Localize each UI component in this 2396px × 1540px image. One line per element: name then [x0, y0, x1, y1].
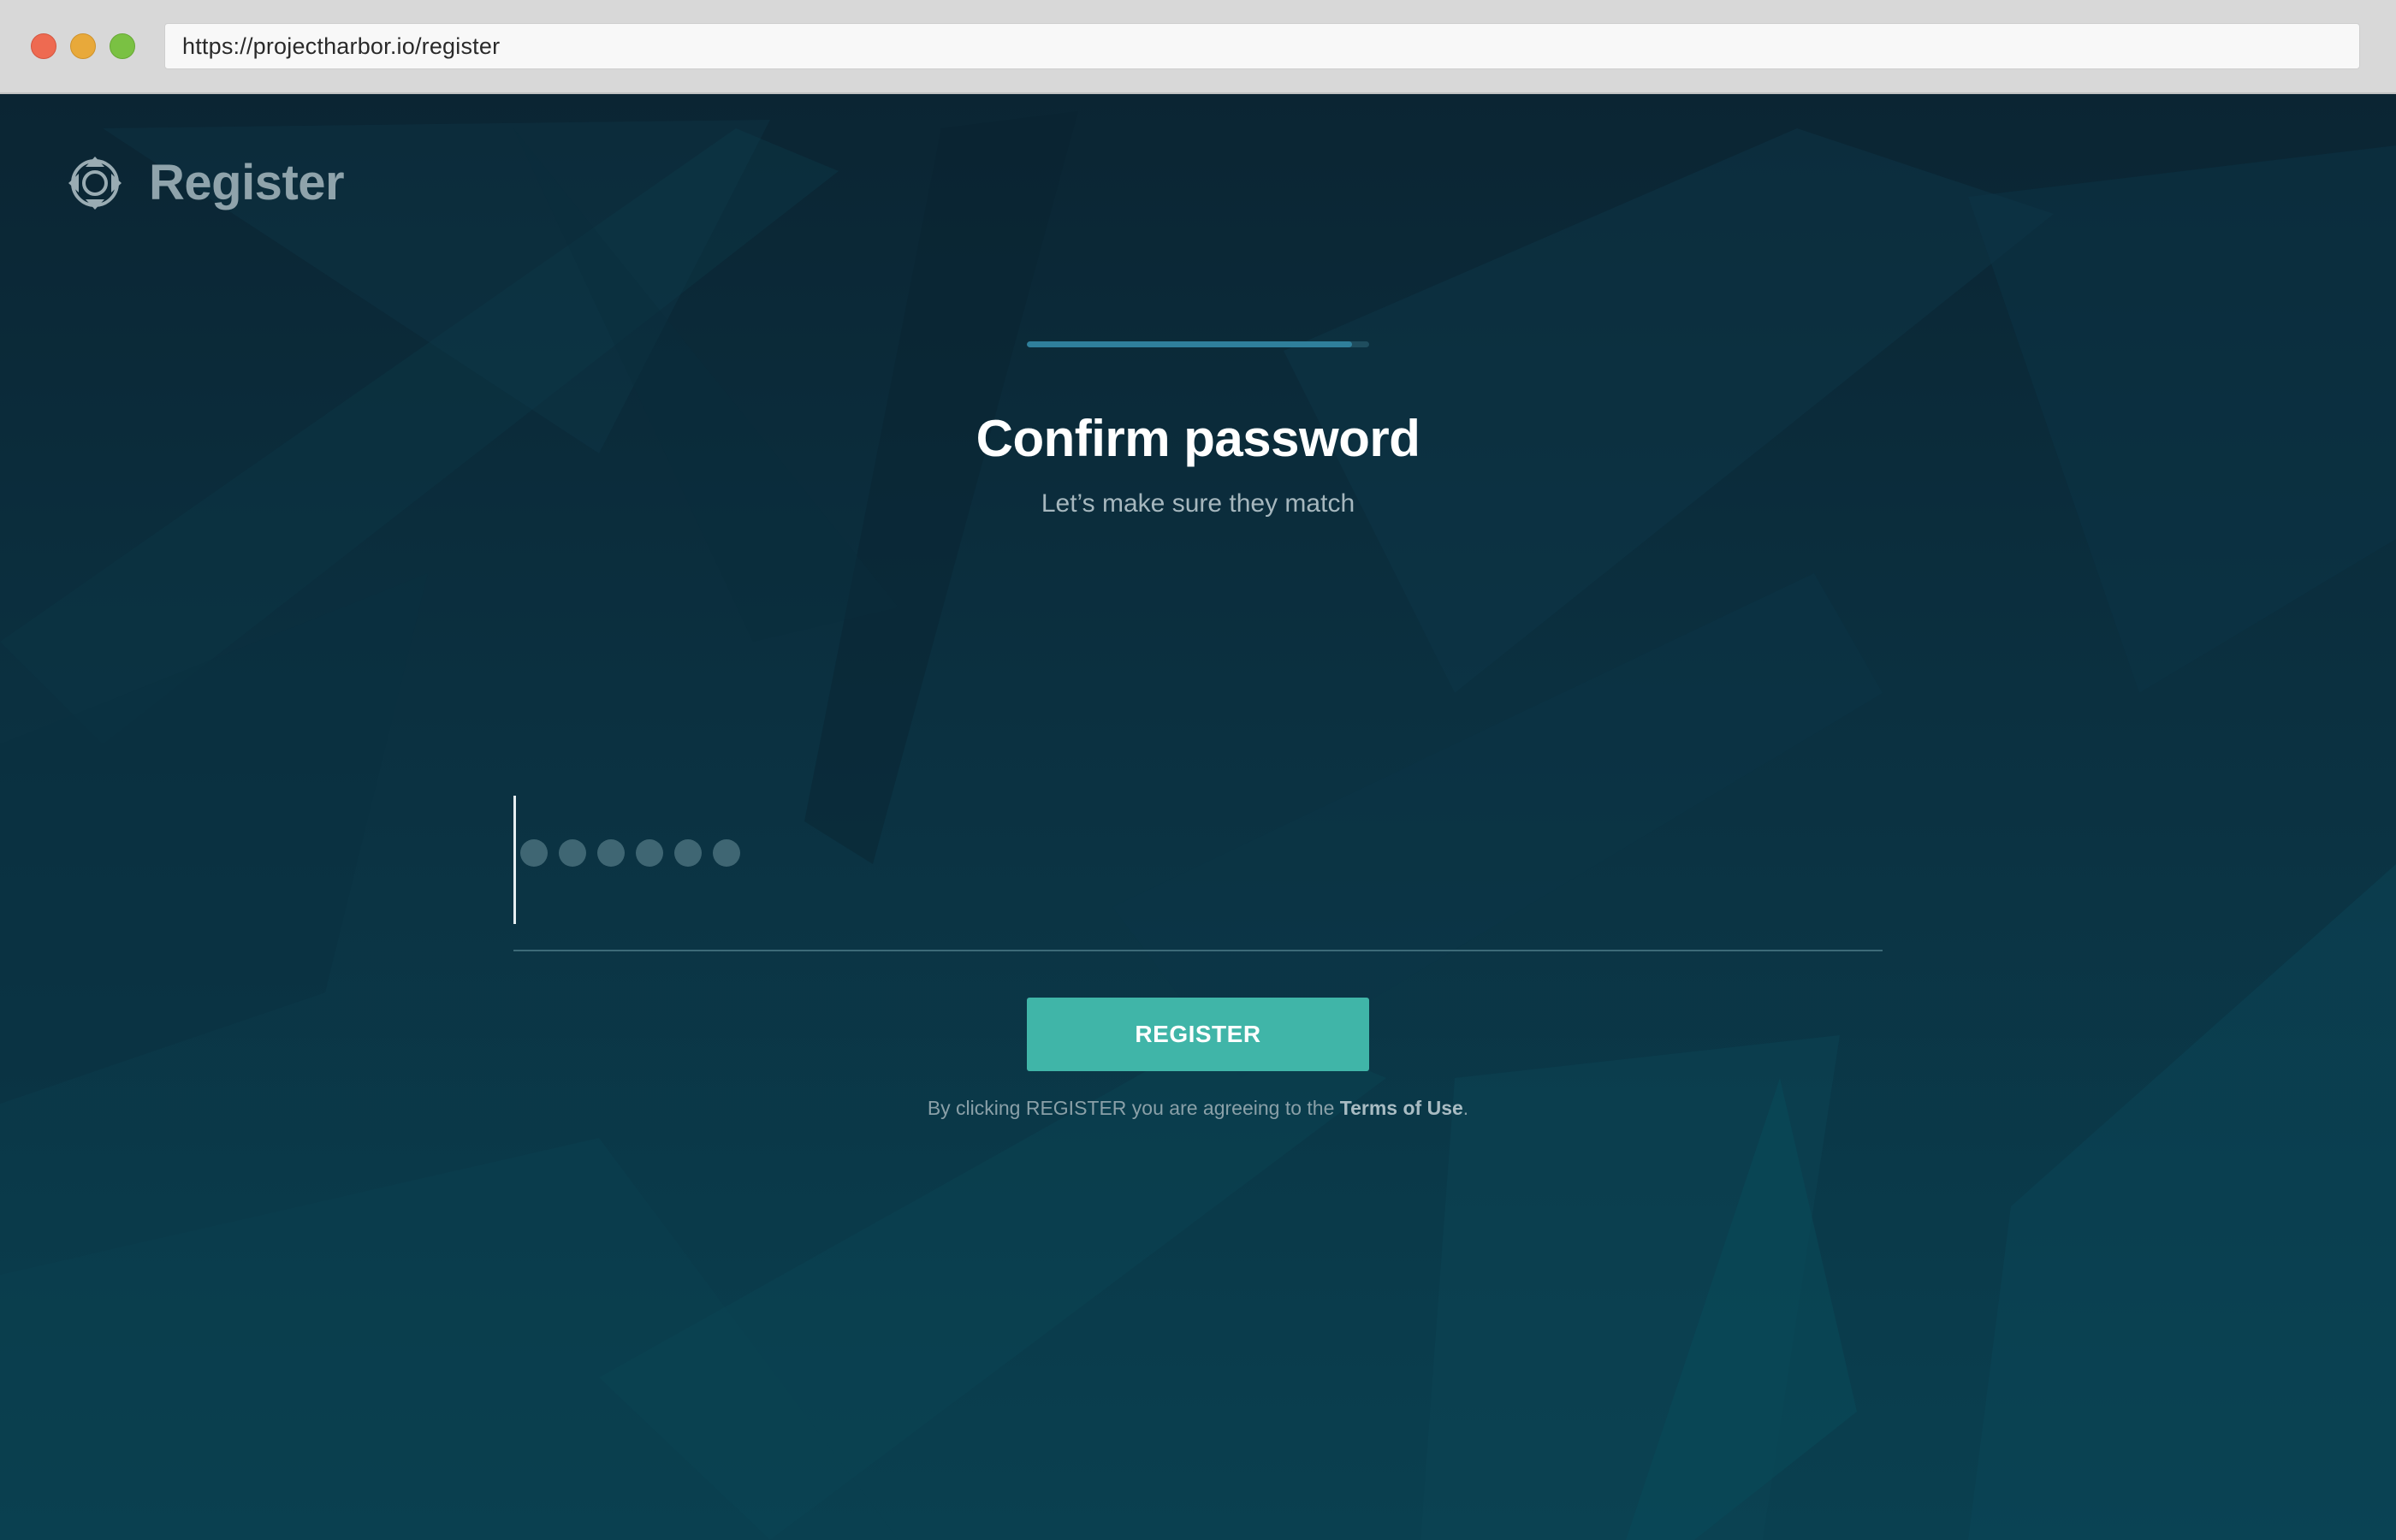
terms-notice: By clicking REGISTER you are agreeing to… — [0, 1097, 2396, 1120]
terms-suffix: . — [1462, 1097, 1469, 1119]
register-page: Register Confirm password Let’s make sur… — [0, 94, 2396, 1540]
browser-window: https://projectharbor.io/register Regist… — [0, 0, 2396, 1540]
page-title: Confirm password — [976, 410, 1420, 467]
register-button[interactable]: REGISTER — [1027, 998, 1369, 1071]
page-subtitle: Let’s make sure they match — [1041, 489, 1355, 518]
close-window-button[interactable] — [31, 33, 56, 59]
progress-fill — [1027, 341, 1352, 347]
brand-title: Register — [149, 155, 345, 210]
maximize-window-button[interactable] — [110, 33, 135, 59]
url-text: https://projectharbor.io/register — [182, 33, 501, 59]
confirm-password-field[interactable] — [513, 702, 1883, 951]
lifebuoy-icon — [68, 156, 122, 210]
browser-toolbar: https://projectharbor.io/register — [0, 0, 2396, 94]
terms-prefix: By clicking REGISTER you are agreeing to… — [927, 1097, 1340, 1119]
minimize-window-button[interactable] — [70, 33, 96, 59]
address-bar[interactable]: https://projectharbor.io/register — [164, 23, 2360, 69]
brand: Register — [67, 154, 345, 211]
progress-bar — [1027, 341, 1369, 347]
terms-of-use-link[interactable]: Terms of Use — [1340, 1097, 1463, 1119]
